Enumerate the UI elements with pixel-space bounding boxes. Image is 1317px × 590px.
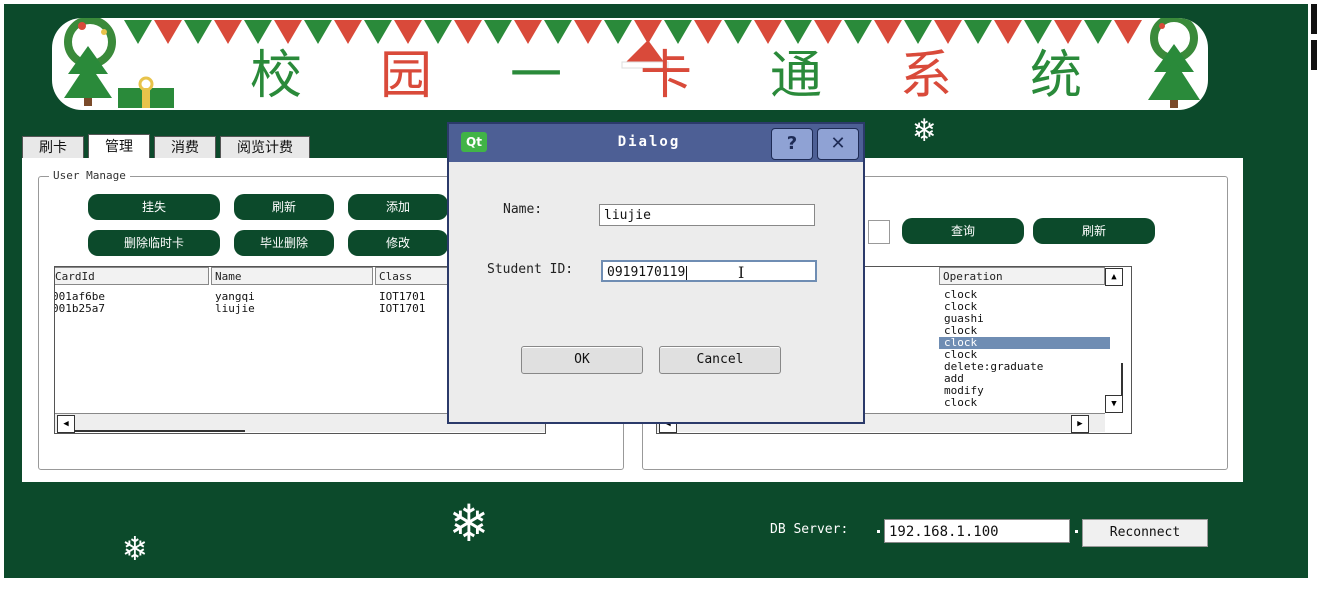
query-button[interactable]: 查询 — [902, 218, 1024, 244]
report-loss-button[interactable]: 挂失 — [88, 194, 220, 220]
column-header[interactable]: CardId — [54, 267, 209, 285]
bunting-flag — [1114, 20, 1142, 44]
student-id-value: 0919170119 — [607, 265, 685, 280]
bunting-flag — [304, 20, 332, 44]
bunting-flag — [604, 20, 632, 44]
title-char: 系 — [900, 48, 1030, 104]
bunting-flag — [154, 20, 182, 44]
bunting-flag — [664, 20, 692, 44]
log-refresh-button[interactable]: 刷新 — [1033, 218, 1155, 244]
bunting-flag — [814, 20, 842, 44]
main-tabbar: 刷卡 管理 消费 阅览计费 — [22, 136, 314, 159]
group-title: User Manage — [49, 169, 130, 182]
search-input[interactable] — [868, 220, 890, 244]
add-button[interactable]: 添加 — [348, 194, 448, 220]
reconnect-button[interactable]: Reconnect — [1082, 519, 1208, 547]
name-field[interactable]: liujie — [599, 204, 815, 226]
list-item[interactable]: clock — [939, 397, 1110, 409]
bunting-flag — [544, 20, 572, 44]
bunting-flag — [874, 20, 902, 44]
help-button[interactable]: ? — [771, 128, 813, 160]
bunting-flag — [1024, 20, 1052, 44]
ibeam-cursor-icon: I — [738, 263, 744, 282]
close-button[interactable]: ✕ — [817, 128, 859, 160]
title-char: 通 — [770, 48, 900, 104]
tab-reading-billing[interactable]: 阅览计费 — [220, 136, 310, 159]
bunting-flag — [334, 20, 362, 44]
table-cell[interactable]: liujie — [215, 303, 255, 315]
bunting-flag — [394, 20, 422, 44]
operation-list[interactable]: clockclockguashiclockclockclockdelete:gr… — [939, 289, 1105, 413]
separator-dot — [1075, 530, 1078, 533]
tab-consume[interactable]: 消费 — [154, 136, 216, 159]
table-cell[interactable]: 001b25a7 — [54, 303, 105, 315]
bunting-flag — [124, 20, 152, 44]
student-id-field[interactable]: 0919170119 — [601, 260, 817, 282]
title-char: 园 — [380, 48, 510, 104]
db-server-label: DB Server: — [770, 522, 848, 537]
graduate-delete-button[interactable]: 毕业删除 — [234, 230, 334, 256]
bunting-flag — [784, 20, 812, 44]
bunting-flag — [214, 20, 242, 44]
modify-button[interactable]: 修改 — [348, 230, 448, 256]
title-char: 卡 — [640, 48, 770, 104]
bunting-flag — [964, 20, 992, 44]
banner: 校 园 一 卡 通 系 统 — [52, 18, 1208, 110]
bunting-flag — [514, 20, 542, 44]
bunting-flag — [724, 20, 752, 44]
bunting-flag — [244, 20, 272, 44]
dialog-titlebar[interactable]: Qt Dialog ? ✕ — [449, 124, 863, 162]
title-char: 统 — [1030, 48, 1160, 104]
scroll-right-icon[interactable]: ▶ — [1071, 415, 1089, 433]
bunting-flag — [694, 20, 722, 44]
window-edge — [1311, 4, 1317, 34]
separator-dot — [877, 530, 880, 533]
ok-button[interactable]: OK — [521, 346, 643, 374]
bunting-flag — [904, 20, 932, 44]
bunting-flag — [424, 20, 452, 44]
snowflake-icon: ❄ — [914, 110, 934, 150]
title-char: 一 — [510, 48, 640, 104]
window-edge — [1311, 40, 1317, 70]
bunting-flag — [1054, 20, 1082, 44]
student-dialog: Qt Dialog ? ✕ Name: liujie Student ID: 0… — [447, 122, 865, 424]
text-caret — [686, 266, 687, 280]
bunting-flag — [484, 20, 512, 44]
delete-temp-card-button[interactable]: 删除临时卡 — [88, 230, 220, 256]
bunting-flag — [1084, 20, 1112, 44]
bunting-flag — [274, 20, 302, 44]
scroll-up-icon[interactable]: ▲ — [1105, 268, 1123, 286]
name-label: Name: — [503, 202, 542, 217]
tab-manage[interactable]: 管理 — [88, 134, 150, 159]
cancel-button[interactable]: Cancel — [659, 346, 781, 374]
table-cell[interactable]: IOT1701 — [379, 303, 425, 315]
bunting-flag — [184, 20, 212, 44]
banner-title: 校 园 一 卡 通 系 统 — [250, 48, 1160, 104]
db-server-input[interactable]: 192.168.1.100 — [884, 519, 1070, 543]
scroll-left-icon[interactable]: ◀ — [57, 415, 75, 433]
snowflake-icon: ❄ — [124, 528, 146, 569]
refresh-button[interactable]: 刷新 — [234, 194, 334, 220]
bunting-flag — [454, 20, 482, 44]
bunting-flag — [934, 20, 962, 44]
tab-swipe-card[interactable]: 刷卡 — [22, 136, 84, 159]
bunting-flag — [574, 20, 602, 44]
column-header[interactable]: Name — [211, 267, 373, 285]
bunting-flag — [754, 20, 782, 44]
scroll-thumb[interactable] — [75, 414, 245, 432]
bunting-flag — [844, 20, 872, 44]
snowflake-icon: ❄ — [452, 490, 486, 555]
student-id-label: Student ID: — [487, 262, 573, 277]
title-char: 校 — [250, 48, 380, 104]
bunting-flag — [994, 20, 1022, 44]
list-item[interactable]: delete:graduate — [939, 361, 1110, 373]
column-header[interactable]: Operation — [939, 267, 1105, 285]
bunting-flag — [364, 20, 392, 44]
